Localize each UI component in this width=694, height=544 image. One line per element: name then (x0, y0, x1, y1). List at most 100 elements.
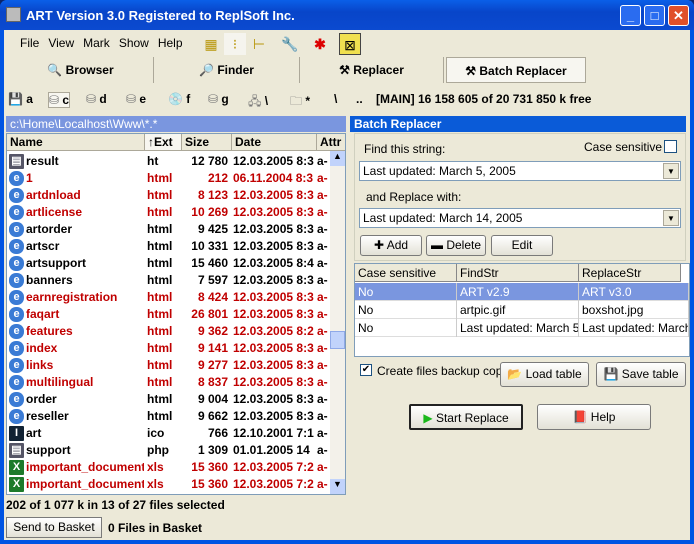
file-row[interactable]: e artscr html 10 331 12.03.2005 8:3 a- (7, 238, 332, 255)
file-row[interactable]: e faqart html 26 801 12.03.2005 8:3 a- (7, 306, 332, 323)
menu-show[interactable]: Show (119, 36, 149, 50)
table-header-find[interactable]: FindStr (457, 264, 579, 282)
scroll-up-button[interactable]: ▲ (330, 151, 345, 166)
cell-case: No (355, 283, 457, 301)
asterisk-icon[interactable]: ✱ (309, 33, 331, 55)
file-row[interactable]: e order html 9 004 12.03.2005 8:3 a- (7, 391, 332, 408)
maximize-button[interactable]: □ (644, 5, 665, 26)
drive-button-5[interactable]: ⛁ g (208, 92, 229, 106)
scroll-down-button[interactable]: ▼ (330, 479, 345, 494)
table-row[interactable]: No ART v2.9 ART v3.0 (355, 283, 689, 301)
hammer-icon: ⚒ (339, 63, 350, 77)
column-attr[interactable]: Attr (317, 134, 345, 151)
menu-view[interactable]: View (48, 36, 74, 50)
table-row[interactable]: NoLast updated: March 5, 2005Last update… (355, 319, 689, 337)
help-button[interactable]: 📕 Help (537, 404, 651, 430)
column-date[interactable]: Date (232, 134, 317, 151)
file-row[interactable]: e multilingual html 8 837 12.03.2005 8:3 a- (7, 374, 332, 391)
file-row[interactable]: e links html 9 277 12.03.2005 8:3 a- (7, 357, 332, 374)
column-size[interactable]: Size (182, 134, 232, 151)
drive-button-2[interactable]: ⛁ d (86, 92, 107, 106)
file-name: artsupport (26, 256, 86, 270)
file-row[interactable]: e earnregistration html 8 424 12.03.2005 8:3… (7, 289, 332, 306)
plus-icon: ✚ (373, 238, 385, 252)
file-row[interactable]: e features html 9 362 12.03.2005 8:2 a- (7, 323, 332, 340)
drive-button-6[interactable]: 🖧 \ (248, 92, 268, 113)
ie-icon: e (9, 409, 24, 424)
file-row[interactable]: e artdnload html 8 123 12.03.2005 8:3 a- (7, 187, 332, 204)
chevron-down-icon[interactable]: ▼ (663, 210, 679, 226)
chevron-down-icon[interactable]: ▼ (663, 163, 679, 179)
file-date: 12.03.2005 8:3 (233, 154, 314, 168)
path-bar: c:\Home\Localhost\Www\*.* (6, 116, 346, 132)
drive-button-1[interactable]: ⛁ c (48, 92, 71, 108)
file-row[interactable]: e artsupport html 15 460 12.03.2005 8:4 a- (7, 255, 332, 272)
delete-button[interactable]: ▬ Delete (426, 235, 486, 256)
replace-string-combo[interactable]: Last updated: March 14, 2005 ▼ (359, 208, 681, 228)
drive-button-3[interactable]: ⛁ e (126, 92, 146, 106)
menu-help[interactable]: Help (158, 36, 183, 50)
tab-replacer[interactable]: ⚒ Replacer (300, 57, 444, 83)
tree-expand-icon[interactable]: ⊢ (248, 33, 270, 55)
drive-button-7[interactable]: 🗀 * (290, 92, 310, 113)
column-ext[interactable]: ↑Ext (145, 134, 182, 151)
file-row[interactable]: e artlicense html 10 269 12.03.2005 8:3 a- (7, 204, 332, 221)
tab-batch-replacer[interactable]: ⚒ Batch Replacer (446, 57, 586, 83)
file-row[interactable]: e index html 9 141 12.03.2005 8:3 a- (7, 340, 332, 357)
ie-icon: e (9, 188, 24, 203)
backup-checkbox[interactable]: ✔ (360, 364, 372, 376)
folder-icon: 🗀 (290, 94, 303, 108)
file-row[interactable]: e banners html 7 597 12.03.2005 8:3 a- (7, 272, 332, 289)
file-row[interactable]: Ximportant_document3 xls 15 360 12.03.2005 … (7, 459, 332, 476)
drive-button-9[interactable]: .. (356, 92, 363, 106)
column-name[interactable]: Name (7, 134, 145, 151)
file-row[interactable]: Ximportant_document4 xls 15 360 12.03.2005 … (7, 476, 332, 493)
file-row[interactable]: ▤ support php 1 309 01.01.2005 14 a- (7, 442, 332, 459)
menu-mark[interactable]: Mark (83, 36, 110, 50)
file-size: 9 141 (197, 341, 228, 355)
cancel-icon[interactable]: ⊠ (339, 33, 361, 55)
vertical-scrollbar[interactable]: ▲ ▼ (330, 151, 345, 494)
menu-file[interactable]: File (20, 36, 39, 50)
drive-button-0[interactable]: 💾 a (8, 92, 33, 106)
file-size: 9 362 (197, 324, 228, 338)
tab-finder[interactable]: 🔎 Finder (154, 57, 300, 83)
file-row[interactable]: e artorder html 9 425 12.03.2005 8:3 a- (7, 221, 332, 238)
selection-status: 202 of 1 077 k in 13 of 27 files selecte… (6, 498, 225, 512)
minimize-button[interactable]: _ (620, 5, 641, 26)
file-row[interactable]: Iart ico 766 12.10.2001 7:1 a- (7, 425, 332, 442)
table-row[interactable]: No artpic.gif boxshot.jpg (355, 301, 689, 319)
minus-icon: ▬ (430, 238, 443, 252)
ie-icon: e (9, 273, 24, 288)
file-date: 12.03.2005 8:3 (233, 375, 314, 389)
file-row[interactable]: e 1 html 212 06.11.2004 8:3 a- (7, 170, 332, 187)
load-table-button[interactable]: 📂 Load table (500, 362, 589, 387)
tab-browser[interactable]: 🔍 Browser (8, 57, 154, 83)
save-table-button[interactable]: 💾 Save table (596, 362, 686, 387)
php-file-icon: ▤ (9, 443, 24, 458)
file-date: 12.03.2005 8:4 (233, 256, 314, 270)
file-ext: ico (147, 426, 165, 440)
file-row[interactable]: ▤ result ht 12 780 12.03.2005 8:3 a- (7, 153, 332, 170)
drive-button-4[interactable]: 💿 f (168, 92, 190, 106)
table-header-case[interactable]: Case sensitive (355, 264, 457, 282)
wrench-icon[interactable]: 🔧 (279, 33, 301, 55)
file-name: art (26, 426, 42, 440)
tree-icon[interactable]: ⁝ (224, 33, 246, 55)
cell-case: No (355, 319, 457, 337)
columns-icon[interactable]: ▦ (200, 33, 222, 55)
find-string-combo[interactable]: Last updated: March 5, 2005 ▼ (359, 161, 681, 181)
file-list[interactable]: Name ↑Ext Size Date Attr ▤ result ht 12 780… (6, 133, 346, 495)
scroll-thumb[interactable] (330, 331, 345, 349)
case-sensitive-checkbox[interactable] (664, 140, 677, 153)
table-header-replace[interactable]: ReplaceStr (579, 264, 681, 282)
edit-button[interactable]: Edit (491, 235, 553, 256)
replace-table[interactable]: Case sensitive FindStr ReplaceStr No ART … (354, 263, 690, 357)
start-replace-button[interactable]: ▶ Start Replace (409, 404, 523, 430)
excel-icon: X (9, 477, 24, 492)
send-to-basket-button[interactable]: Send to Basket (6, 517, 102, 538)
close-button[interactable]: ✕ (668, 5, 689, 26)
file-row[interactable]: e reseller html 9 662 12.03.2005 8:3 a- (7, 408, 332, 425)
drive-button-8[interactable]: \ (334, 92, 337, 106)
add-button[interactable]: ✚ Add (360, 235, 422, 256)
